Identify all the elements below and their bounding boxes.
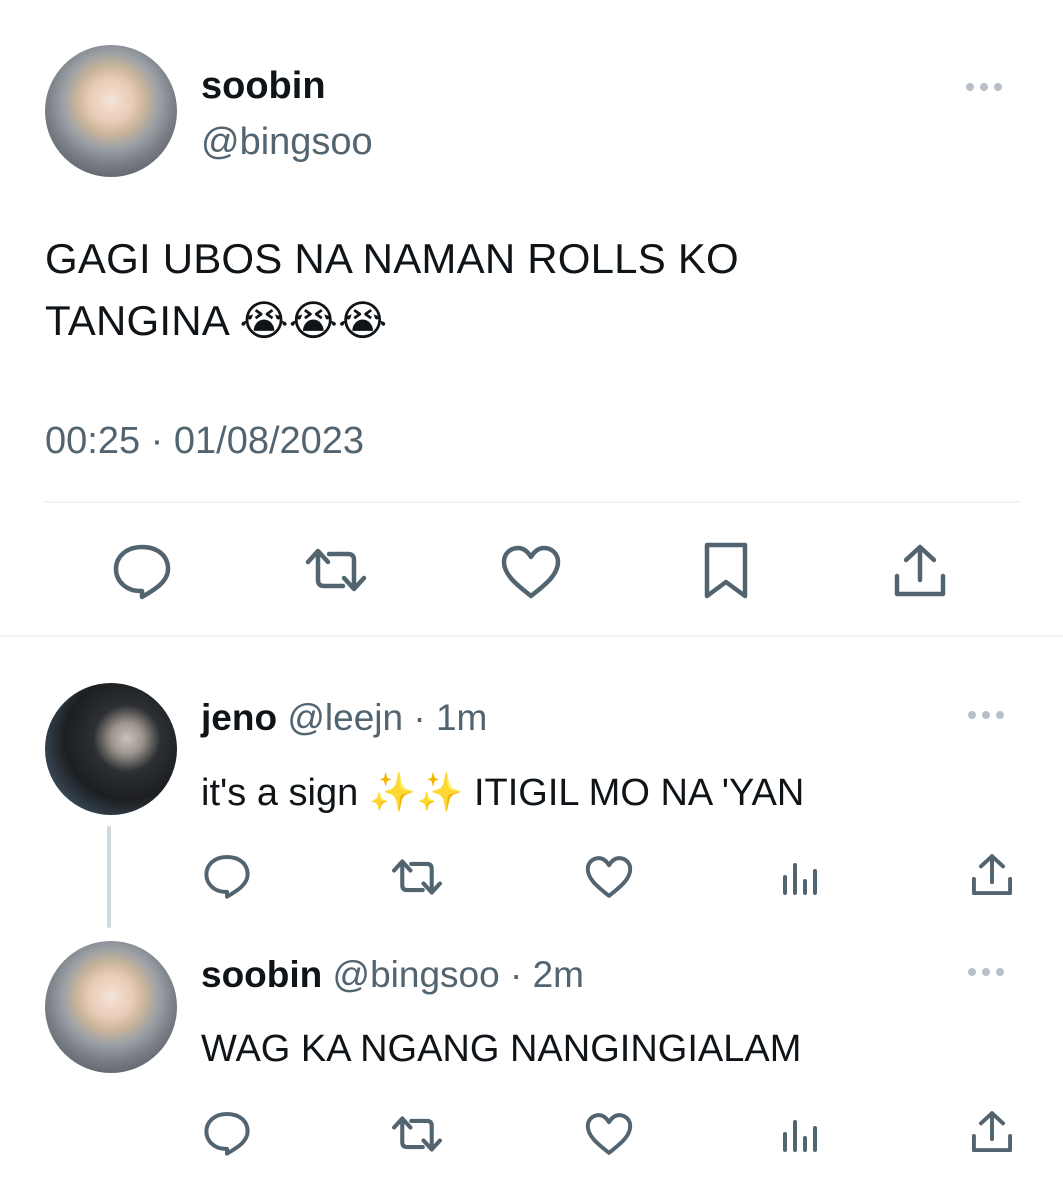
retweet-icon[interactable]: [303, 546, 369, 594]
reply-text: WAG KA NGANG NANGINGIALAM: [201, 1028, 802, 1070]
reply-icon[interactable]: [203, 853, 251, 899]
more-options-icon[interactable]: [968, 968, 1004, 976]
reply-header: jeno @leejn · 1m: [201, 696, 487, 740]
reply-icon[interactable]: [112, 542, 172, 600]
like-icon[interactable]: [584, 1112, 634, 1156]
reply-time[interactable]: · 2m: [500, 954, 584, 995]
share-icon[interactable]: [892, 542, 948, 600]
main-tweet-name[interactable]: soobin: [201, 64, 326, 108]
main-tweet-handle[interactable]: @bingsoo: [201, 120, 373, 164]
more-options-icon[interactable]: [968, 711, 1004, 719]
share-icon[interactable]: [970, 852, 1014, 898]
main-tweet-text-line-2: TANGINA 😭😭😭: [45, 297, 388, 344]
timestamp-divider: [45, 501, 1019, 503]
main-tweet-avatar[interactable]: [45, 45, 177, 177]
share-icon[interactable]: [970, 1109, 1014, 1155]
reply-text: it's a sign ✨✨ ITIGIL MO NA 'YAN: [201, 772, 805, 814]
reply-author-name[interactable]: jeno: [201, 697, 277, 738]
reply-time[interactable]: · 1m: [403, 697, 487, 738]
retweet-icon[interactable]: [390, 1114, 444, 1154]
retweet-icon[interactable]: [390, 857, 444, 897]
main-tweet-text-line-1: GAGI UBOS NA NAMAN ROLLS KO: [45, 235, 739, 282]
thread-line: [107, 826, 111, 928]
reply-author-handle[interactable]: @bingsoo: [333, 954, 500, 995]
main-tweet-text: GAGI UBOS NA NAMAN ROLLS KO TANGINA 😭😭😭: [45, 228, 1025, 352]
more-options-icon[interactable]: [966, 83, 1002, 91]
like-icon[interactable]: [584, 855, 634, 899]
reply-author-name[interactable]: soobin: [201, 954, 322, 995]
views-icon[interactable]: [780, 1114, 824, 1154]
views-icon[interactable]: [780, 857, 824, 897]
reply-avatar-soobin[interactable]: [45, 941, 177, 1073]
like-icon[interactable]: [500, 544, 562, 600]
main-tweet-timestamp[interactable]: 00:25 · 01/08/2023: [45, 420, 364, 463]
bookmark-icon[interactable]: [702, 540, 750, 602]
reply-header: soobin @bingsoo · 2m: [201, 953, 584, 997]
reply-avatar-jeno[interactable]: [45, 683, 177, 815]
reply-icon[interactable]: [203, 1110, 251, 1156]
reply-author-handle[interactable]: @leejn: [287, 697, 403, 738]
section-divider: [0, 635, 1063, 637]
